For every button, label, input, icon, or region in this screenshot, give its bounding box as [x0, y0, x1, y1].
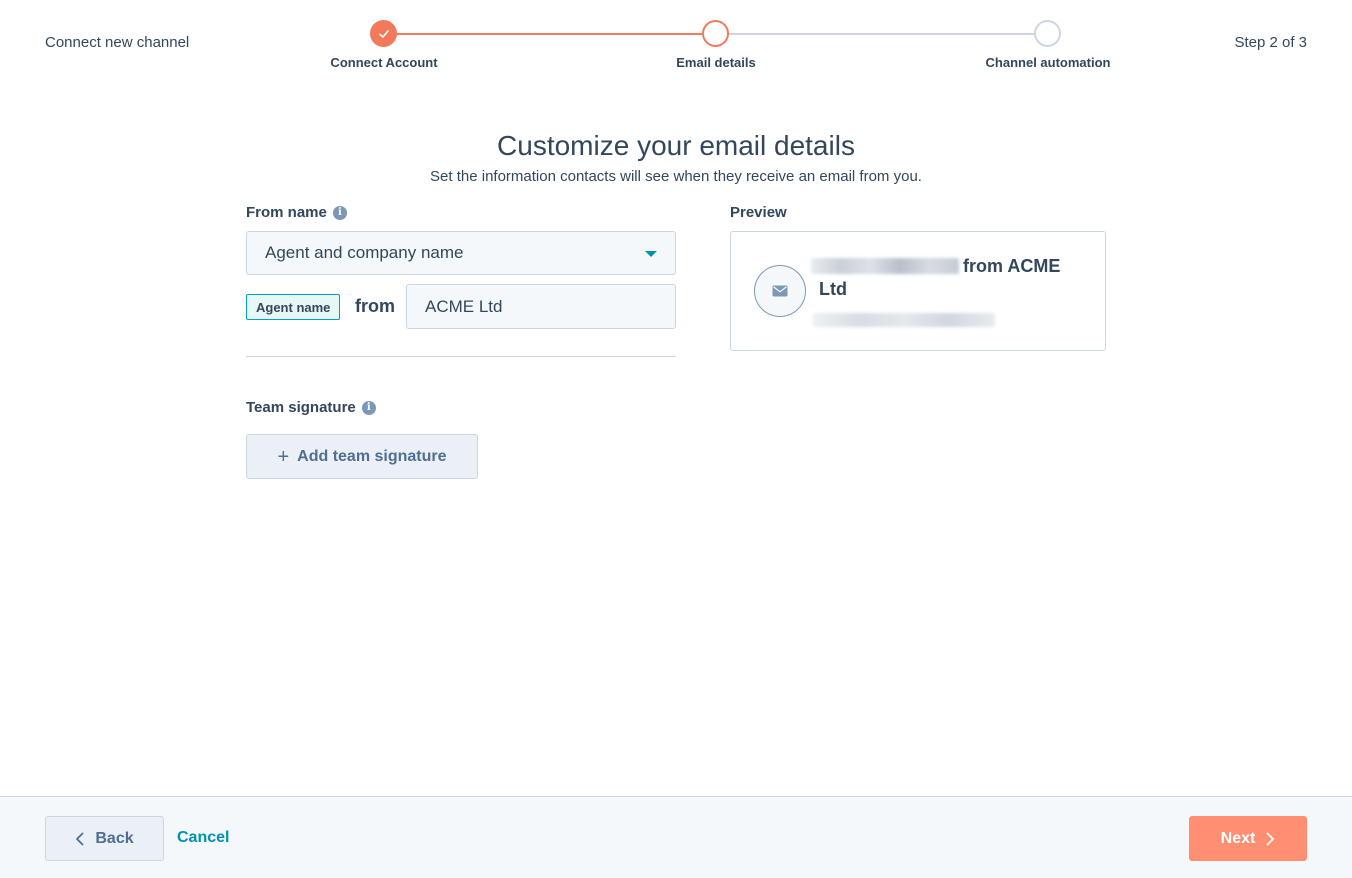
back-button[interactable]: Back [45, 816, 164, 861]
from-connector-text: from [355, 296, 395, 316]
sender-avatar [754, 265, 806, 317]
chevron-right-icon [1266, 832, 1275, 845]
from-name-label-text: From name [246, 204, 327, 221]
plus-icon: + [277, 445, 290, 468]
next-button-label: Next [1220, 829, 1256, 847]
company-name-input[interactable] [406, 284, 676, 329]
step-label-connect-account: Connect Account [330, 55, 438, 70]
email-preview-card: from ACME Ltd [730, 231, 1106, 351]
step-label-email-details: Email details [676, 55, 756, 70]
add-team-signature-label: Add team signature [297, 447, 447, 465]
info-icon[interactable]: i [332, 205, 347, 220]
preview-sender-suffix: from ACME [963, 256, 1061, 276]
step-3-upcoming-indicator [1034, 20, 1061, 47]
team-signature-label: Team signature i [246, 399, 376, 416]
wizard-header: Connect new channel Connect Account Emai… [0, 0, 1352, 90]
from-name-selected-value: Agent and company name [265, 243, 464, 262]
step-label-channel-automation: Channel automation [985, 55, 1111, 70]
redacted-agent-name [811, 258, 959, 274]
stepper-progress-line [396, 33, 702, 35]
from-name-select[interactable]: Agent and company name [246, 231, 676, 275]
step-counter: Step 2 of 3 [1234, 34, 1307, 51]
team-signature-label-text: Team signature [246, 399, 356, 416]
page-title: Customize your email details [497, 130, 855, 161]
cancel-link[interactable]: Cancel [177, 829, 229, 847]
preview-label-text: Preview [730, 204, 787, 221]
step-2-active-indicator [702, 20, 729, 47]
page-subtitle: Set the information contacts will see wh… [430, 168, 922, 185]
preview-label: Preview [730, 204, 787, 221]
checkmark-icon [379, 30, 389, 38]
redacted-sender-email [813, 313, 995, 327]
next-button[interactable]: Next [1189, 816, 1307, 861]
caret-down-icon [645, 251, 657, 257]
agent-name-token: Agent name [246, 294, 341, 320]
envelope-icon [772, 285, 788, 297]
wizard-footer: Back Cancel Next [0, 796, 1352, 878]
back-button-label: Back [95, 829, 134, 847]
step-1-complete-indicator [370, 20, 397, 47]
info-icon[interactable]: i [361, 400, 376, 415]
preview-sender-line2: Ltd [819, 279, 847, 299]
from-name-label: From name i [246, 204, 347, 221]
stepper-remaining-line [729, 33, 1034, 35]
section-divider [246, 356, 676, 357]
add-team-signature-button[interactable]: + Add team signature [246, 434, 478, 479]
chevron-left-icon [76, 832, 84, 845]
header-title: Connect new channel [45, 34, 190, 51]
